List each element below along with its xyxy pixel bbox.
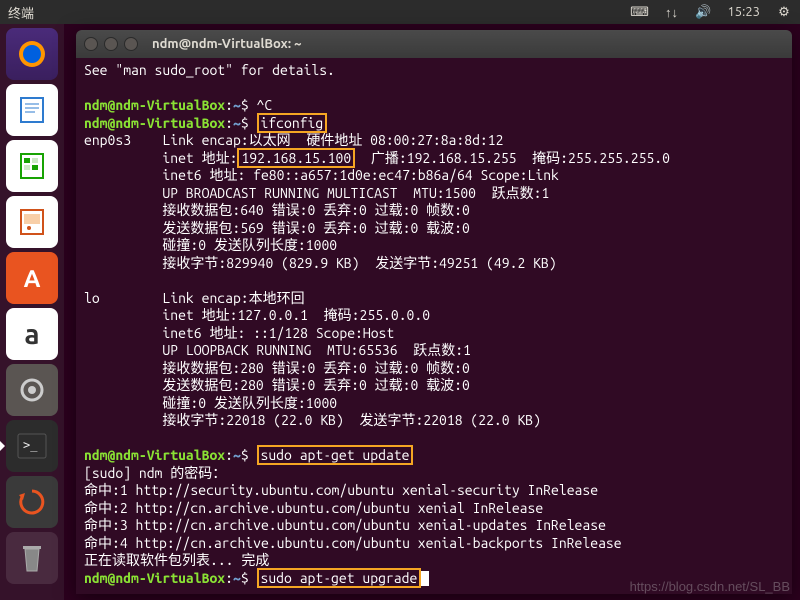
unity-launcher: A a >_ <box>0 24 64 600</box>
cursor <box>421 571 429 586</box>
close-icon[interactable] <box>84 37 98 51</box>
highlight-ip: 192.168.15.100 <box>237 148 355 168</box>
volume-icon[interactable]: 🔊 <box>695 4 711 20</box>
network-icon[interactable]: ↑↓ <box>663 4 679 20</box>
launcher-firefox[interactable] <box>6 28 58 80</box>
launcher-amazon[interactable]: a <box>6 308 58 360</box>
prompt-path: ~ <box>233 97 241 113</box>
maximize-icon[interactable] <box>124 37 138 51</box>
terminal-window: ndm@ndm-VirtualBox: ~ See "man sudo_root… <box>76 30 792 594</box>
gear-icon[interactable]: ⚙ <box>776 4 792 20</box>
highlight-ifconfig: ifconfig <box>257 113 328 133</box>
highlight-update: sudo apt-get update <box>257 445 414 465</box>
app-title: 终端 <box>8 7 34 21</box>
launcher-writer[interactable] <box>6 84 58 136</box>
top-menubar: 终端 ⌨ ↑↓ 🔊 15:23 ⚙ <box>0 0 800 24</box>
launcher-trash[interactable] <box>6 532 58 584</box>
clock[interactable]: 15:23 <box>727 5 760 19</box>
launcher-impress[interactable] <box>6 196 58 248</box>
minimize-icon[interactable] <box>104 37 118 51</box>
launcher-software[interactable]: A <box>6 252 58 304</box>
launcher-terminal[interactable]: >_ <box>6 420 58 472</box>
window-title: ndm@ndm-VirtualBox: ~ <box>152 37 301 51</box>
highlight-upgrade: sudo apt-get upgrade <box>257 568 422 588</box>
watermark: https://blog.csdn.net/SL_BB <box>630 579 790 594</box>
keyboard-icon[interactable]: ⌨ <box>631 4 647 20</box>
terminal-output[interactable]: See "man sudo_root" for details. ndm@ndm… <box>76 58 792 591</box>
launcher-settings[interactable] <box>6 364 58 416</box>
launcher-calc[interactable] <box>6 140 58 192</box>
launcher-updater[interactable] <box>6 476 58 528</box>
svg-text:>_: >_ <box>23 438 38 452</box>
window-titlebar[interactable]: ndm@ndm-VirtualBox: ~ <box>76 30 792 58</box>
prompt-user: ndm@ndm-VirtualBox <box>84 97 225 113</box>
